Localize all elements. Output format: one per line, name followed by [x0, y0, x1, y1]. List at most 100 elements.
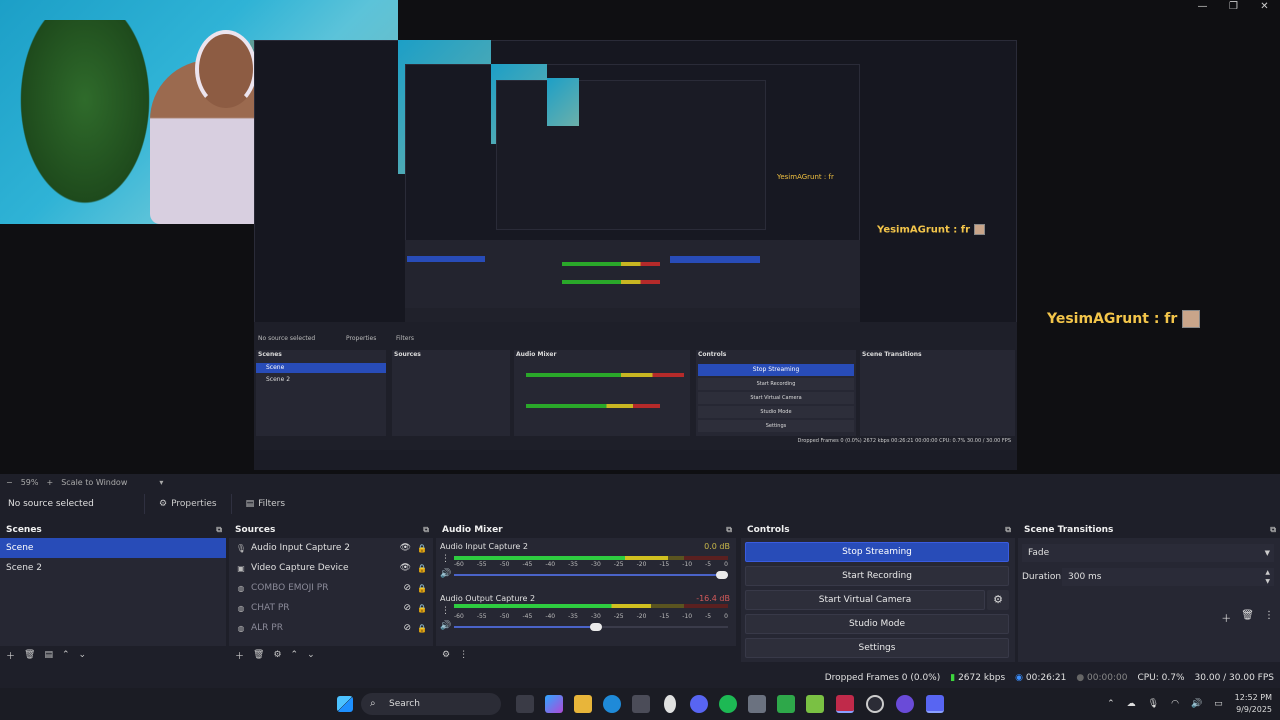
- store-icon[interactable]: [632, 695, 650, 713]
- tick-label: -5: [705, 561, 712, 568]
- eye-hidden-icon[interactable]: ⊘: [403, 603, 411, 613]
- volume-slider[interactable]: [454, 623, 728, 631]
- source-item[interactable]: ◍ CHAT PR ⊘ 🔒: [229, 598, 433, 618]
- app-active-icon[interactable]: [836, 695, 854, 713]
- nested-taskbar-2: [405, 308, 860, 322]
- tick-label: -55: [476, 561, 487, 568]
- spotify-icon[interactable]: [719, 695, 737, 713]
- minecraft-icon[interactable]: [806, 695, 824, 713]
- start-virtual-camera-button[interactable]: Start Virtual Camera: [745, 590, 985, 610]
- studio-mode-button[interactable]: Studio Mode: [745, 614, 1009, 634]
- undock-icon[interactable]: ⧉: [1005, 525, 1011, 535]
- task-view-icon[interactable]: [516, 695, 534, 713]
- undock-icon[interactable]: ⧉: [216, 525, 222, 535]
- source-item[interactable]: ◍ ALR PR ⊘ 🔒: [229, 618, 433, 638]
- scene-item[interactable]: Scene 2: [0, 558, 226, 578]
- chevron-up-icon[interactable]: ⌃: [62, 650, 70, 660]
- settings-button[interactable]: Settings: [745, 638, 1009, 658]
- time-label: 12:52 PM: [1234, 693, 1272, 702]
- tick-label: -60: [454, 613, 464, 620]
- eye-hidden-icon[interactable]: ⊘: [403, 623, 411, 633]
- close-button[interactable]: ✕: [1249, 0, 1280, 14]
- gear-icon[interactable]: ⚙: [273, 650, 281, 660]
- lock-icon[interactable]: 🔒: [417, 624, 427, 633]
- eye-icon[interactable]: 👁: [400, 563, 411, 573]
- zoom-in-button[interactable]: +: [46, 478, 53, 487]
- spin-arrows-icon[interactable]: ▲ ▼: [1265, 568, 1270, 586]
- gear-icon[interactable]: ⚙: [987, 590, 1009, 610]
- menu-dots-icon[interactable]: ⋮: [441, 606, 450, 616]
- app-icon[interactable]: [664, 695, 676, 713]
- file-explorer-icon[interactable]: [574, 695, 592, 713]
- chevron-down-icon: ▼: [1264, 549, 1270, 557]
- chat-message-large: YesimAGrunt : fr: [1047, 310, 1201, 328]
- minimize-button[interactable]: —: [1187, 0, 1218, 14]
- chevron-down-icon[interactable]: ⌄: [79, 650, 87, 660]
- cloud-icon[interactable]: ☁: [1127, 699, 1136, 709]
- discord-icon[interactable]: [690, 695, 708, 713]
- undock-icon[interactable]: ⧉: [1270, 525, 1276, 535]
- advanced-audio-icon[interactable]: ⚙: [442, 650, 450, 660]
- fps: 30.00 / 30.00 FPS: [1194, 673, 1274, 683]
- edge-icon[interactable]: [603, 695, 621, 713]
- windows-start-icon[interactable]: [337, 696, 353, 712]
- clock[interactable]: 12:52 PM 9/9/2025: [1235, 692, 1272, 716]
- add-icon[interactable]: ＋: [6, 649, 15, 662]
- tick-label: -5: [705, 613, 712, 620]
- chevron-down-icon[interactable]: ⌄: [307, 650, 315, 660]
- scene-item[interactable]: Scene: [0, 538, 226, 558]
- volume-slider[interactable]: [454, 571, 728, 579]
- chevron-down-icon[interactable]: ▾: [159, 478, 163, 487]
- wifi-icon[interactable]: ◠: [1171, 699, 1179, 709]
- trash-icon[interactable]: 🗑: [253, 650, 264, 660]
- lock-icon[interactable]: 🔒: [417, 604, 427, 613]
- date-label: 9/9/2025: [1236, 705, 1272, 714]
- source-item[interactable]: ▣ Video Capture Device 👁 🔒: [229, 558, 433, 578]
- properties-button[interactable]: ⚙ Properties: [153, 499, 223, 509]
- undock-icon[interactable]: ⧉: [423, 525, 429, 535]
- battery-icon[interactable]: ▭: [1214, 699, 1223, 709]
- start-recording-button[interactable]: Start Recording: [745, 566, 1009, 586]
- filters-button[interactable]: ▤ Filters: [240, 499, 292, 509]
- lock-icon[interactable]: 🔒: [417, 584, 427, 593]
- stop-streaming-button[interactable]: Stop Streaming: [745, 542, 1009, 562]
- microphone-icon[interactable]: 🎙: [1148, 699, 1159, 709]
- eye-icon[interactable]: 👁: [400, 543, 411, 553]
- copilot-icon[interactable]: [545, 695, 563, 713]
- tick-label: -45: [522, 561, 533, 568]
- lock-icon[interactable]: 🔒: [417, 564, 427, 573]
- mixer-title: Audio Mixer: [442, 525, 503, 535]
- volume-icon[interactable]: 🔊: [1191, 699, 1202, 709]
- filter-icon[interactable]: ▤: [44, 650, 53, 660]
- scale-to-window[interactable]: Scale to Window: [61, 478, 127, 487]
- settings-app-icon[interactable]: [748, 695, 766, 713]
- transition-select[interactable]: Fade ▼: [1022, 544, 1274, 562]
- preview-canvas[interactable]: YesimAGrunt : fr YesimAGrunt : fr YesimA…: [0, 0, 1280, 474]
- xbox-icon[interactable]: [777, 695, 795, 713]
- menu-dots-icon[interactable]: ⋮: [1264, 610, 1274, 625]
- obs-icon[interactable]: [866, 695, 884, 713]
- eye-hidden-icon[interactable]: ⊘: [403, 583, 411, 593]
- lock-icon[interactable]: 🔒: [417, 544, 427, 553]
- source-item[interactable]: ◍ COMBO EMOJI PR ⊘ 🔒: [229, 578, 433, 598]
- menu-dots-icon[interactable]: ⋮: [441, 554, 450, 564]
- taskbar-search[interactable]: ⌕ Search: [361, 693, 501, 715]
- add-icon[interactable]: ＋: [1221, 610, 1231, 625]
- add-icon[interactable]: ＋: [235, 649, 244, 662]
- duration-input[interactable]: 300 ms ▲ ▼: [1062, 568, 1274, 586]
- trash-icon[interactable]: 🗑: [24, 650, 35, 660]
- volume-icon[interactable]: 🔊: [440, 621, 451, 631]
- undock-icon[interactable]: ⧉: [726, 525, 732, 535]
- app-icon[interactable]: [896, 695, 914, 713]
- volume-icon[interactable]: 🔊: [440, 569, 451, 579]
- maximize-button[interactable]: ❐: [1218, 0, 1249, 14]
- menu-dots-icon[interactable]: ⋮: [459, 650, 468, 660]
- zoom-out-button[interactable]: −: [6, 478, 13, 487]
- source-item[interactable]: 🎙 Audio Input Capture 2 👁 🔒: [229, 538, 433, 558]
- trash-icon[interactable]: 🗑: [1241, 610, 1254, 625]
- twitch-icon[interactable]: [926, 695, 944, 713]
- chevron-up-icon[interactable]: ⌃: [1107, 699, 1115, 709]
- search-label: Search: [389, 699, 420, 709]
- chevron-up-icon[interactable]: ⌃: [291, 650, 299, 660]
- nested-scenes-title: Scenes: [258, 351, 282, 358]
